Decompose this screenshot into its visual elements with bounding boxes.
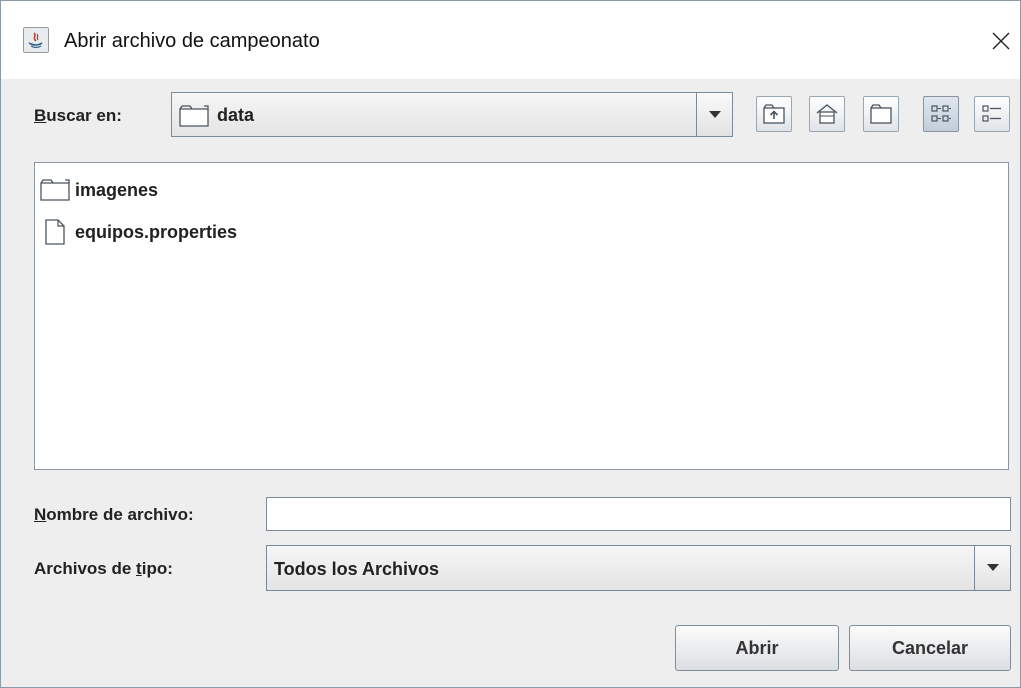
new-folder-icon: [870, 104, 892, 124]
up-one-level-button[interactable]: [756, 96, 792, 132]
look-in-label: Buscar en:: [34, 106, 122, 125]
close-icon[interactable]: [992, 32, 1010, 50]
folder-icon: [179, 105, 209, 127]
details-view-button[interactable]: [974, 96, 1010, 132]
file-name-label: imagenes: [75, 179, 159, 200]
file-type-label: Archivos de tipo:: [34, 559, 173, 578]
title-bar: Abrir archivo de campeonato: [1, 1, 1020, 79]
cancel-button[interactable]: Cancelar: [849, 625, 1011, 671]
home-button[interactable]: [809, 96, 845, 132]
list-view-icon: [931, 105, 951, 122]
file-type-combo[interactable]: Todos los Archivos: [266, 545, 1011, 591]
file-name-label: equipos.properties: [75, 221, 238, 242]
folder-icon: [40, 179, 70, 201]
file-list-item-imagenes[interactable]: imagenes: [40, 173, 158, 207]
file-name-field-label: Nombre de archivo:: [34, 505, 194, 524]
chevron-down-icon: [708, 110, 721, 118]
file-name-input[interactable]: [266, 497, 1011, 531]
home-icon: [816, 104, 838, 124]
close-button[interactable]: [981, 21, 1020, 61]
list-view-button[interactable]: [923, 96, 959, 132]
details-view-icon: [982, 105, 1001, 122]
file-type-dropdown-arrow[interactable]: [974, 546, 1010, 590]
file-list[interactable]: imagenes equipos.properties: [34, 162, 1009, 470]
file-type-value: Todos los Archivos: [274, 559, 440, 579]
chevron-down-icon: [986, 564, 999, 571]
look-in-dropdown-arrow[interactable]: [696, 93, 732, 136]
look-in-combo[interactable]: data: [171, 92, 733, 137]
file-list-item-equipos-properties[interactable]: equipos.properties: [40, 215, 237, 249]
file-chooser-dialog: Abrir archivo de campeonato Buscar en: d…: [0, 0, 1021, 688]
open-button[interactable]: Abrir: [675, 625, 839, 671]
java-app-icon: [23, 27, 49, 53]
up-folder-icon: [763, 104, 785, 124]
look-in-value: data: [217, 105, 255, 125]
new-folder-button[interactable]: [863, 96, 899, 132]
dialog-title: Abrir archivo de campeonato: [64, 30, 320, 52]
file-icon: [45, 219, 65, 245]
